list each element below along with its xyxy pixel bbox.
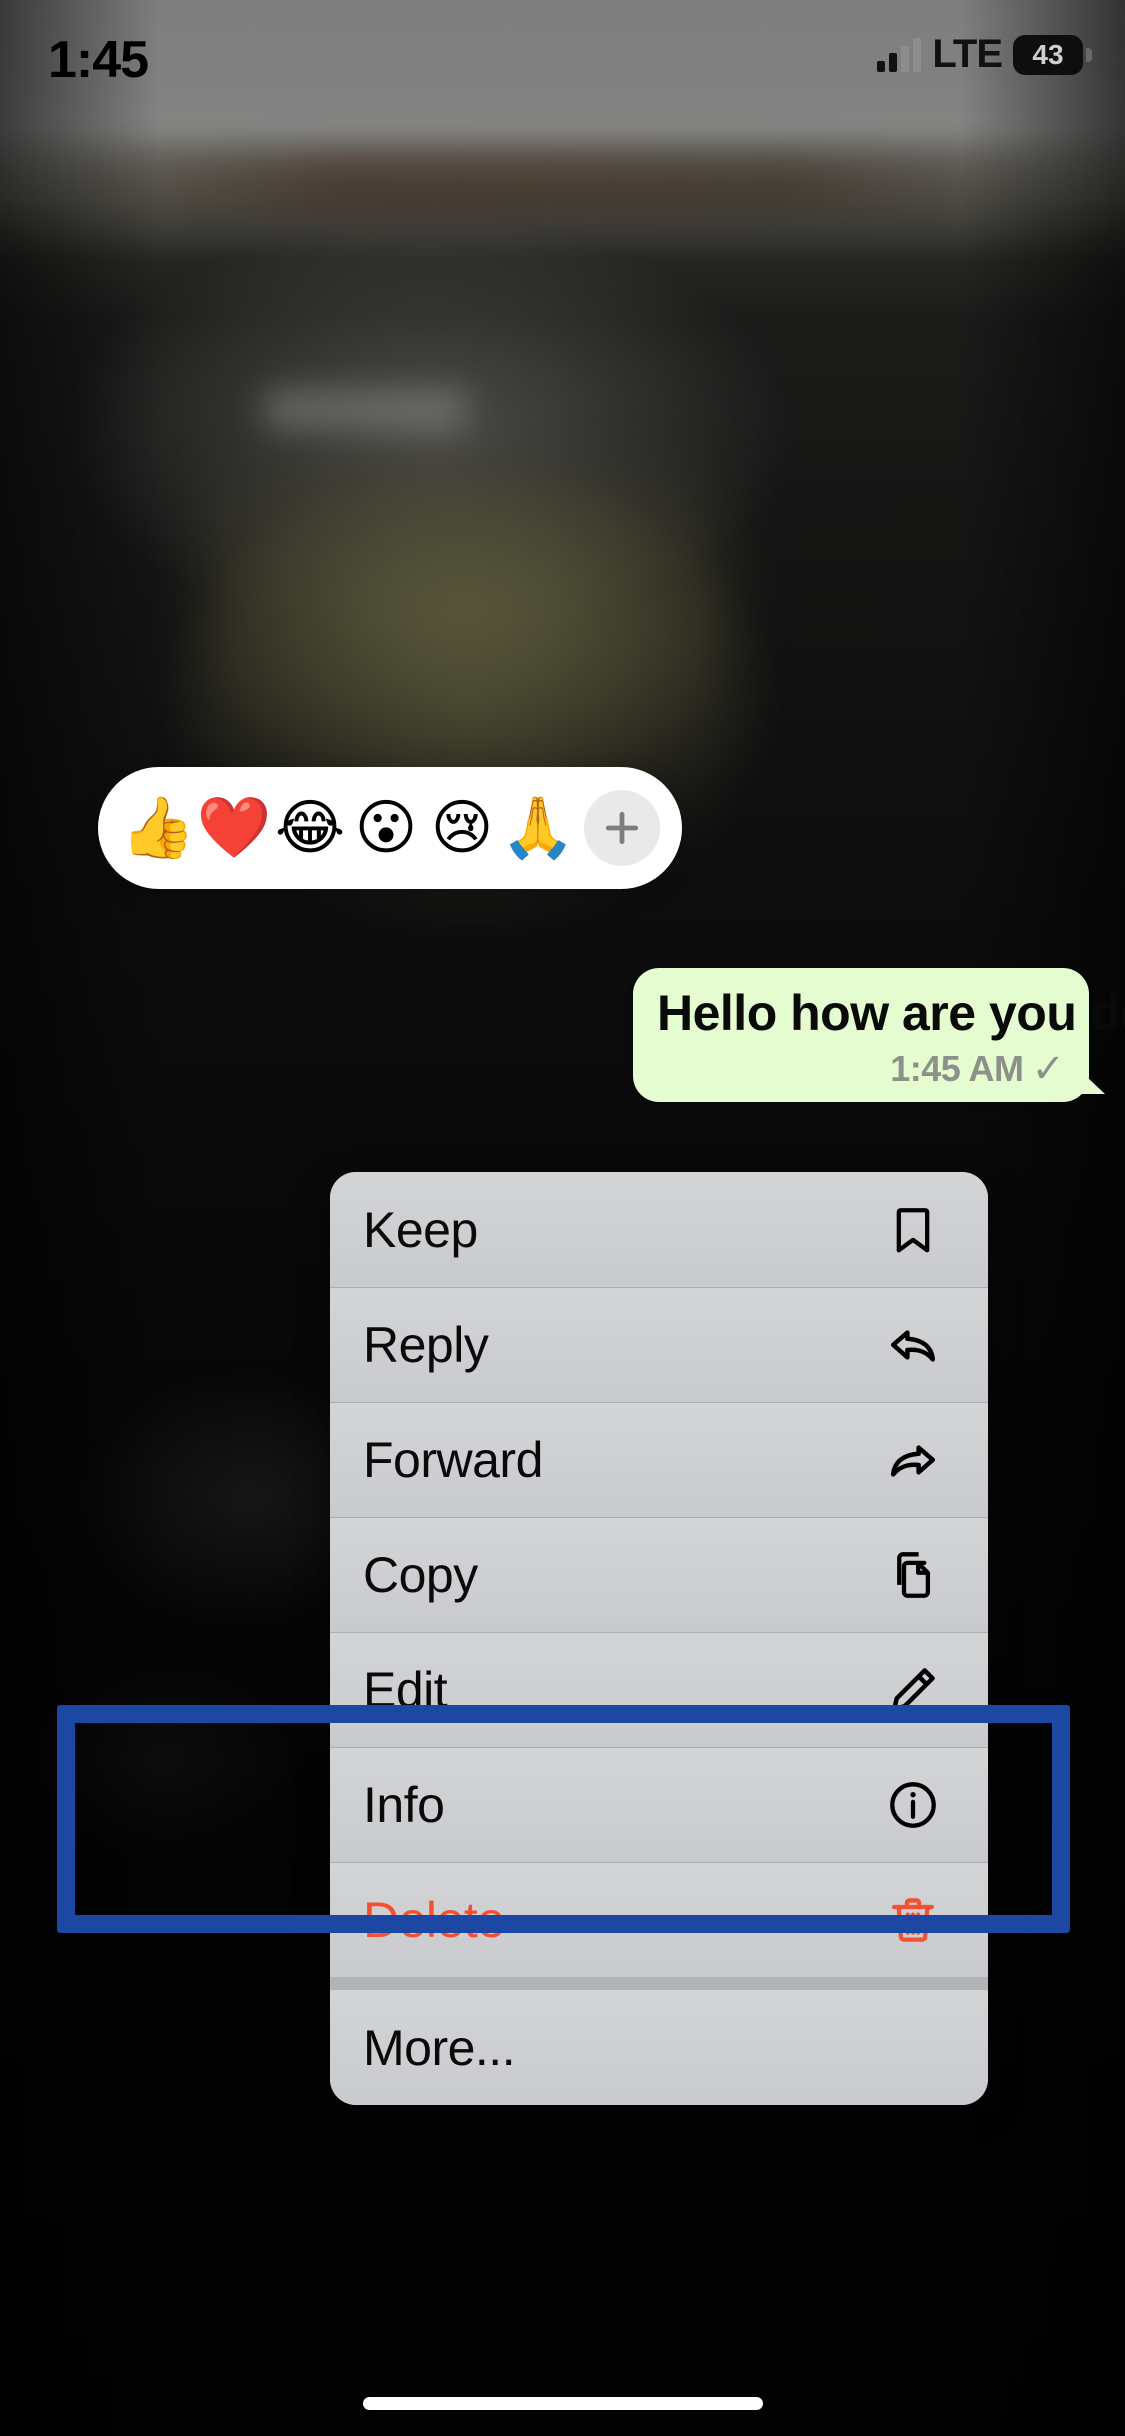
message-bubble[interactable]: Hello how are you doing 1:45 AM ✓ <box>633 968 1125 1102</box>
message-context-menu[interactable]: Keep Reply Forward Copy Edit Info Delete… <box>330 1172 988 2105</box>
tears-of-joy-reaction[interactable]: 😂 <box>272 798 348 858</box>
heart-reaction[interactable]: ❤️ <box>196 798 272 858</box>
phone-screen: 1:45 LTE 43 👍 ❤️ 😂 😮 😢 🙏 Hello how are y… <box>0 0 1125 2436</box>
network-type-label: LTE <box>932 32 1003 76</box>
context-menu-item-keep[interactable]: Keep <box>330 1172 988 1287</box>
battery-percent-label: 43 <box>1032 38 1064 70</box>
home-indicator[interactable] <box>362 2397 763 2410</box>
context-menu-item-forward[interactable]: Forward <box>330 1402 988 1517</box>
add-reaction-button[interactable] <box>584 790 660 866</box>
context-menu-label: Forward <box>363 1432 543 1488</box>
status-bar: 1:45 LTE 43 <box>0 0 1125 118</box>
message-meta: 1:45 AM ✓ <box>657 1048 1065 1090</box>
single-check-icon: ✓ <box>1031 1047 1065 1091</box>
context-menu-label: Edit <box>363 1662 448 1718</box>
open-mouth-reaction[interactable]: 😮 <box>348 798 424 858</box>
context-menu-item-info[interactable]: Info <box>330 1747 988 1862</box>
context-menu-label: Keep <box>363 1201 478 1258</box>
plus-icon <box>605 811 639 845</box>
context-menu-label: Copy <box>363 1547 478 1603</box>
context-menu-label: Reply <box>363 1317 489 1373</box>
context-menu-item-delete[interactable]: Delete <box>330 1862 988 1977</box>
folded-hands-reaction[interactable]: 🙏 <box>500 798 576 858</box>
bookmark-icon <box>884 1201 942 1259</box>
cellular-signal-icon <box>877 37 922 72</box>
context-menu-label: Info <box>363 1777 445 1833</box>
pencil-icon <box>884 1661 942 1719</box>
message-timestamp: 1:45 AM <box>890 1048 1024 1089</box>
battery-icon: 43 <box>1013 34 1092 75</box>
crying-face-reaction[interactable]: 😢 <box>424 798 500 858</box>
forward-arrow-icon <box>884 1431 942 1489</box>
context-menu-item-edit[interactable]: Edit <box>330 1632 988 1747</box>
status-bar-indicators: LTE 43 <box>877 32 1092 77</box>
context-menu-label: Delete <box>363 1892 505 1948</box>
trash-icon <box>884 1891 942 1949</box>
thumbs-up-reaction[interactable]: 👍 <box>120 798 196 858</box>
context-menu-item-copy[interactable]: Copy <box>330 1517 988 1632</box>
reply-arrow-icon <box>884 1316 942 1374</box>
copy-icon <box>884 1546 942 1604</box>
more-icon-placeholder <box>884 2019 942 2077</box>
context-menu-label: More... <box>363 2019 516 2076</box>
status-bar-time: 1:45 <box>48 31 149 89</box>
emoji-reaction-bar[interactable]: 👍 ❤️ 😂 😮 😢 🙏 <box>98 767 682 889</box>
context-menu-separator <box>330 1977 988 1990</box>
message-text: Hello how are you doing <box>657 985 1125 1041</box>
info-circle-icon <box>884 1776 942 1834</box>
context-menu-item-reply[interactable]: Reply <box>330 1287 988 1402</box>
context-menu-item-more[interactable]: More... <box>330 1990 988 2105</box>
